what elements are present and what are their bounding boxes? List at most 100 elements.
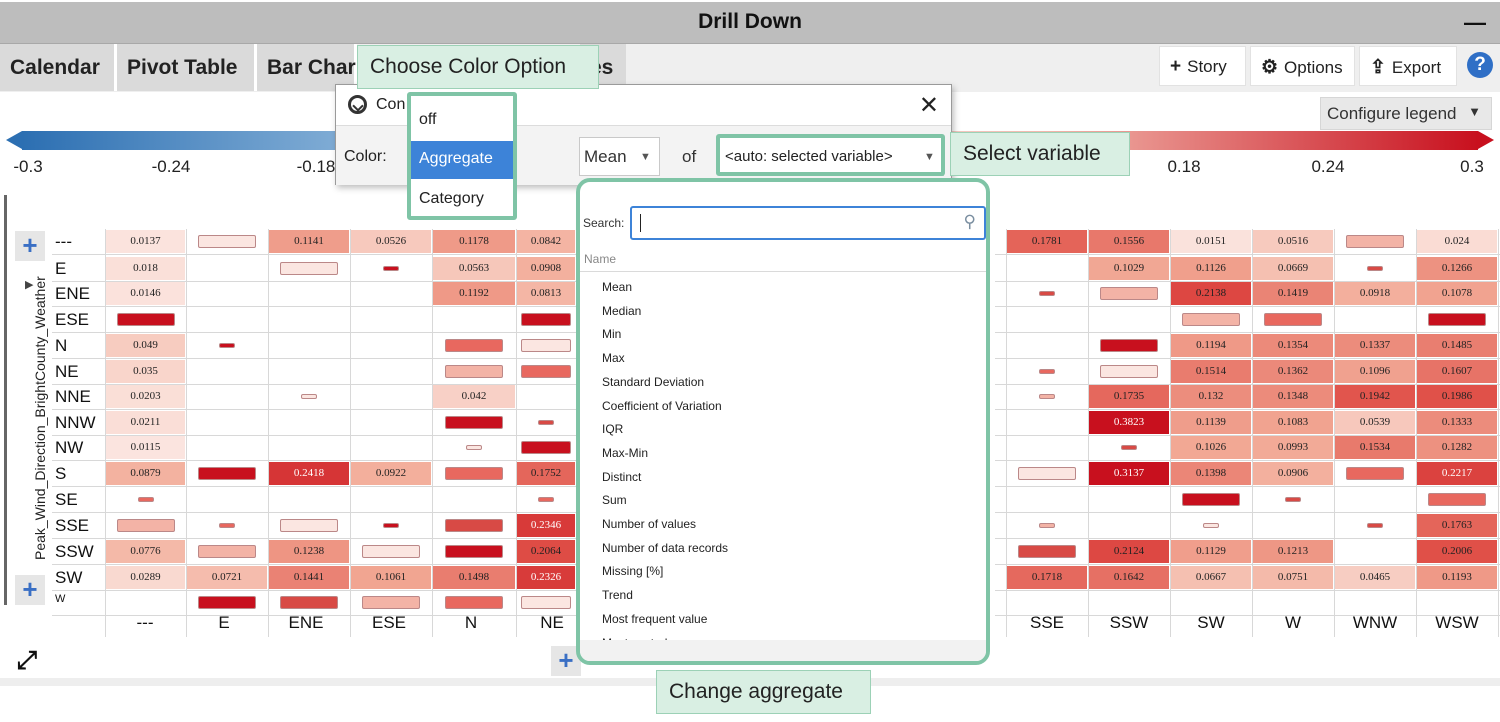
heatmap-marker[interactable] (116, 313, 175, 326)
heatmap-cell[interactable]: 0.0669 (1253, 257, 1333, 280)
aggregate-option[interactable]: Max-Min (602, 446, 648, 460)
heatmap-marker[interactable] (1346, 467, 1404, 480)
heatmap-cell[interactable]: 0.035 (106, 360, 185, 383)
heatmap-cell[interactable]: 0.1607 (1417, 360, 1497, 383)
heatmap-cell[interactable]: 0.1642 (1089, 566, 1169, 589)
heatmap-marker[interactable] (1182, 313, 1240, 326)
heatmap-cell[interactable]: 0.1498 (433, 566, 515, 589)
aggregate-option[interactable]: Most frequent value (602, 612, 707, 626)
heatmap-marker[interactable] (521, 441, 571, 454)
export-button[interactable]: ⇪ Export (1359, 46, 1457, 86)
heatmap-marker[interactable] (466, 445, 482, 450)
tab-calendar[interactable]: Calendar (0, 44, 117, 91)
heatmap-cell[interactable]: 0.0516 (1253, 230, 1333, 253)
close-icon[interactable]: ✕ (919, 91, 939, 120)
heatmap-cell[interactable]: 0.0879 (106, 462, 185, 485)
heatmap-cell[interactable]: 0.024 (1417, 230, 1497, 253)
aggregate-option[interactable]: Min (602, 327, 621, 341)
chevron-circle-icon[interactable] (348, 95, 367, 114)
heatmap-marker[interactable] (521, 596, 571, 609)
heatmap-cell[interactable]: 0.1193 (1417, 566, 1497, 589)
heatmap-cell[interactable]: 0.1337 (1335, 334, 1415, 357)
heatmap-cell[interactable]: 0.1238 (269, 540, 349, 563)
heatmap-marker[interactable] (1100, 287, 1158, 300)
color-option-aggregate[interactable]: Aggregate (411, 141, 513, 179)
heatmap-marker[interactable] (383, 266, 399, 271)
heatmap-cell[interactable]: 0.2418 (269, 462, 349, 485)
heatmap-cell[interactable]: 0.0918 (1335, 282, 1415, 305)
add-row-plus-icon[interactable]: + (15, 231, 45, 261)
heatmap-cell[interactable]: 0.1441 (269, 566, 349, 589)
heatmap-marker[interactable] (116, 519, 175, 532)
heatmap-cell[interactable]: 0.1282 (1417, 436, 1497, 459)
heatmap-marker[interactable] (1039, 291, 1055, 296)
heatmap-cell[interactable]: 0.0842 (517, 230, 575, 253)
heatmap-cell[interactable]: 0.0563 (433, 257, 515, 280)
heatmap-cell[interactable]: 0.0465 (1335, 566, 1415, 589)
heatmap-cell[interactable]: 0.1061 (351, 566, 431, 589)
heatmap-cell[interactable]: 0.1534 (1335, 436, 1415, 459)
heatmap-cell[interactable]: 0.1083 (1253, 411, 1333, 434)
aggregate-option[interactable]: Coefficient of Variation (602, 399, 722, 413)
heatmap-marker[interactable] (362, 596, 420, 609)
heatmap-cell[interactable]: 0.1398 (1171, 462, 1251, 485)
heatmap-marker[interactable] (1203, 523, 1219, 528)
heatmap-marker[interactable] (1039, 394, 1055, 399)
story-button[interactable]: + Story (1159, 46, 1246, 86)
heatmap-marker[interactable] (1100, 339, 1158, 352)
heatmap-cell[interactable]: 0.1126 (1171, 257, 1251, 280)
heatmap-marker[interactable] (445, 467, 503, 480)
heatmap-cell[interactable]: 0.0776 (106, 540, 185, 563)
heatmap-cell[interactable]: 0.1362 (1253, 360, 1333, 383)
heatmap-marker[interactable] (445, 545, 503, 558)
heatmap-cell[interactable]: 0.1194 (1171, 334, 1251, 357)
aggregate-option[interactable]: IQR (602, 422, 623, 436)
heatmap-cell[interactable]: 0.3823 (1089, 411, 1169, 434)
heatmap-marker[interactable] (1367, 266, 1383, 271)
y-axis-scrollbar[interactable] (4, 195, 7, 605)
heatmap-cell[interactable]: 0.2138 (1171, 282, 1251, 305)
help-icon[interactable]: ? (1467, 52, 1493, 78)
aggregate-option[interactable]: Number of values (602, 517, 696, 531)
heatmap-cell[interactable]: 0.1178 (433, 230, 515, 253)
heatmap-marker[interactable] (1121, 445, 1137, 450)
heatmap-marker[interactable] (219, 343, 235, 348)
heatmap-cell[interactable]: 0.1213 (1253, 540, 1333, 563)
heatmap-cell[interactable]: 0.1078 (1417, 282, 1497, 305)
heatmap-marker[interactable] (383, 523, 399, 528)
heatmap-cell[interactable]: 0.0813 (517, 282, 575, 305)
heatmap-cell[interactable]: 0.042 (433, 385, 515, 408)
aggregate-option[interactable]: Trend (602, 588, 633, 602)
heatmap-cell[interactable]: 0.0922 (351, 462, 431, 485)
expand-icon[interactable]: ⤢ (17, 646, 37, 675)
heatmap-cell[interactable]: 0.2326 (517, 566, 575, 589)
heatmap-cell[interactable]: 0.0137 (106, 230, 185, 253)
heatmap-marker[interactable] (1428, 493, 1486, 506)
heatmap-cell[interactable]: 0.0667 (1171, 566, 1251, 589)
minimize-button[interactable]: — (1464, 10, 1486, 36)
heatmap-marker[interactable] (301, 394, 317, 399)
heatmap-marker[interactable] (362, 545, 420, 558)
heatmap-marker[interactable] (1018, 545, 1076, 558)
heatmap-marker[interactable] (1264, 313, 1322, 326)
heatmap-cell[interactable]: 0.1141 (269, 230, 349, 253)
search-input[interactable]: ⚲ (630, 206, 986, 240)
heatmap-cell[interactable]: 0.0211 (106, 411, 185, 434)
aggregate-option[interactable]: Sum (602, 493, 627, 507)
heatmap-marker[interactable] (1182, 493, 1240, 506)
heatmap-marker[interactable] (198, 235, 256, 248)
heatmap-marker[interactable] (445, 365, 503, 378)
heatmap-marker[interactable] (1367, 523, 1383, 528)
heatmap-marker[interactable] (538, 420, 554, 425)
heatmap-cell[interactable]: 0.1029 (1089, 257, 1169, 280)
aggregate-option[interactable]: Number of data records (602, 541, 728, 555)
heatmap-cell[interactable]: 0.1333 (1417, 411, 1497, 434)
heatmap-cell[interactable]: 0.0203 (106, 385, 185, 408)
heatmap-cell[interactable]: 0.0721 (187, 566, 267, 589)
add-row-plus-icon[interactable]: + (15, 575, 45, 605)
heatmap-marker[interactable] (521, 339, 571, 352)
heatmap-marker[interactable] (521, 365, 571, 378)
heatmap-marker[interactable] (198, 467, 256, 480)
heatmap-cell[interactable]: 0.132 (1171, 385, 1251, 408)
tab-pivot-table[interactable]: Pivot Table (117, 44, 257, 91)
